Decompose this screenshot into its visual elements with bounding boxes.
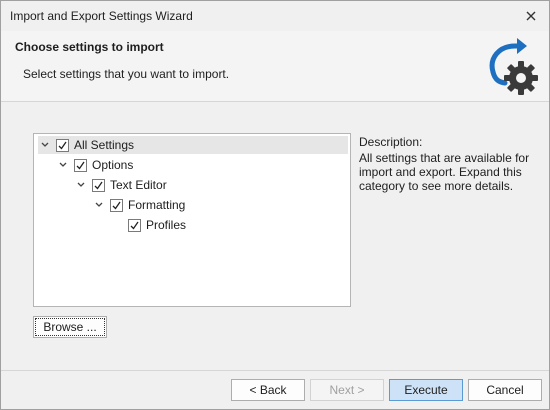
checkbox-formatting[interactable]	[110, 198, 123, 212]
close-icon	[526, 11, 536, 21]
page-title: Choose settings to import	[15, 40, 164, 54]
title-bar: Import and Export Settings Wizard	[1, 1, 549, 31]
next-button[interactable]: Next >	[310, 379, 384, 401]
back-button-label: < Back	[249, 383, 287, 397]
browse-button[interactable]: Browse ...	[33, 316, 107, 338]
description-body: All settings that are available for impo…	[359, 151, 530, 193]
checkbox-profiles[interactable]	[128, 218, 141, 232]
wizard-header: Choose settings to import Select setting…	[1, 31, 549, 101]
close-button[interactable]	[521, 6, 541, 26]
tree-item-label: Formatting	[128, 198, 186, 212]
checkmark-icon	[130, 221, 139, 230]
tree-item-label: All Settings	[74, 138, 135, 152]
tree-item-all-settings[interactable]: All Settings	[38, 136, 348, 154]
wizard-window: Import and Export Settings Wizard Choose…	[0, 0, 550, 410]
tree-item-label: Options	[92, 158, 134, 172]
settings-tree[interactable]: All Settings Options Text Editor Formatt…	[33, 133, 351, 307]
import-settings-gear-icon	[489, 38, 538, 95]
checkbox-all-settings[interactable]	[56, 138, 69, 152]
back-button[interactable]: < Back	[231, 379, 305, 401]
cancel-button[interactable]: Cancel	[468, 379, 542, 401]
tree-item-label: Profiles	[146, 218, 187, 232]
cancel-button-label: Cancel	[486, 383, 524, 397]
execute-button[interactable]: Execute	[389, 379, 463, 401]
page-subtitle: Select settings that you want to import.	[23, 67, 230, 81]
chevron-down-icon[interactable]	[38, 138, 52, 152]
checkmark-icon	[94, 181, 103, 190]
execute-button-label: Execute	[404, 383, 448, 397]
chevron-down-icon[interactable]	[74, 178, 88, 192]
description-title: Description:	[359, 135, 423, 149]
checkmark-icon	[112, 201, 121, 210]
chevron-down-icon[interactable]	[56, 158, 70, 172]
window-title: Import and Export Settings Wizard	[10, 9, 193, 23]
header-divider	[1, 101, 549, 102]
tree-item-formatting[interactable]: Formatting	[92, 196, 185, 214]
tree-item-label: Text Editor	[110, 178, 167, 192]
next-button-label: Next >	[329, 383, 365, 397]
checkbox-options[interactable]	[74, 158, 87, 172]
tree-item-text-editor[interactable]: Text Editor	[74, 176, 167, 194]
checkmark-icon	[58, 141, 67, 150]
tree-item-options[interactable]: Options	[56, 156, 133, 174]
tree-item-profiles[interactable]: Profiles	[128, 216, 186, 234]
browse-button-label: Browse ...	[43, 320, 97, 334]
chevron-down-icon[interactable]	[92, 198, 106, 212]
checkbox-text-editor[interactable]	[92, 178, 105, 192]
checkmark-icon	[76, 161, 85, 170]
footer-divider	[1, 370, 549, 371]
